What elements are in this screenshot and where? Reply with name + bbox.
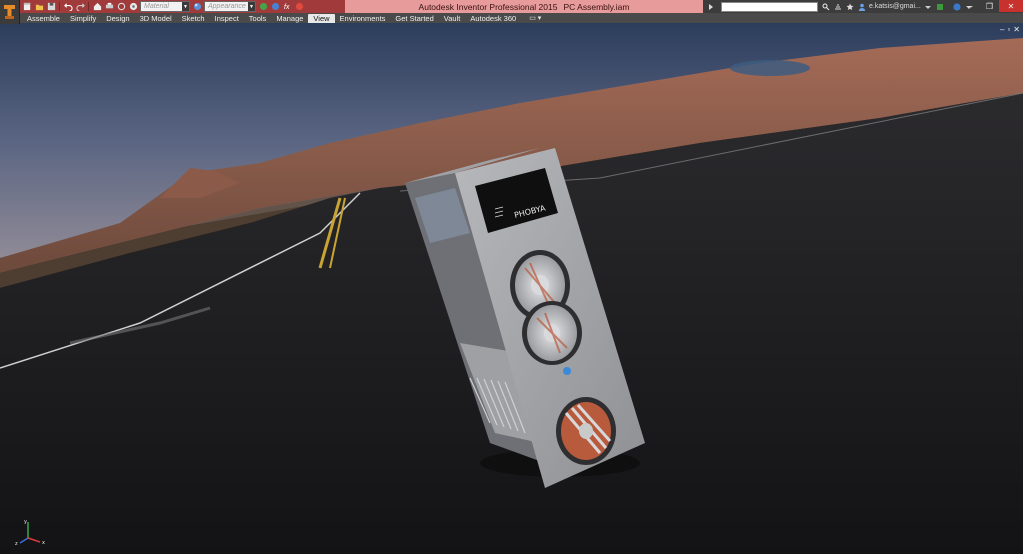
tab-view[interactable]: View — [308, 13, 335, 23]
home-icon[interactable] — [92, 2, 102, 12]
search-icon[interactable] — [821, 2, 830, 11]
appearance-sphere-icon[interactable] — [192, 2, 202, 12]
tab-get-started[interactable]: Get Started — [390, 14, 438, 23]
open-icon[interactable] — [34, 2, 44, 12]
tab-simplify[interactable]: Simplify — [65, 14, 101, 23]
tab-assemble[interactable]: Assemble — [22, 14, 65, 23]
doc-minimize-button[interactable]: – — [1000, 25, 1004, 34]
tab-vault[interactable]: Vault — [439, 14, 466, 23]
tab-3d-model[interactable]: 3D Model — [135, 14, 177, 23]
material-combo[interactable]: Material ▼ — [140, 1, 190, 12]
subscription-icon[interactable] — [833, 2, 842, 11]
formula-icon[interactable]: fx — [282, 2, 292, 12]
separator — [88, 2, 89, 11]
tab-tools[interactable]: Tools — [244, 14, 272, 23]
view-triad-icon[interactable]: y x z — [14, 516, 48, 546]
power-led — [563, 367, 571, 375]
material-placeholder: Material — [144, 3, 169, 10]
close-button[interactable]: ✕ — [999, 0, 1023, 12]
app-title: Autodesk Inventor Professional 2015 — [418, 1, 558, 12]
redo-icon[interactable] — [75, 2, 85, 12]
tab-design[interactable]: Design — [101, 14, 134, 23]
document-window-controls: – ▫ ✕ — [1000, 25, 1020, 34]
update-icon[interactable] — [116, 2, 126, 12]
ribbon-options-button[interactable]: ▭ ▾ — [529, 14, 541, 22]
favorites-star-icon[interactable] — [845, 2, 854, 11]
inventor-window: Material ▼ Appearance ▼ fx Autodesk Inve… — [0, 0, 1023, 554]
quick-access-toolbar: Material ▼ Appearance ▼ fx — [22, 1, 304, 12]
svg-text:z: z — [15, 541, 18, 546]
color-icon[interactable] — [294, 2, 304, 12]
minimize-button[interactable]: – — [961, 0, 980, 12]
chevron-down-icon[interactable] — [924, 2, 933, 11]
exchange-icon[interactable] — [936, 2, 945, 11]
title-bar: Material ▼ Appearance ▼ fx Autodesk Inve… — [0, 0, 1023, 13]
inventor-logo-icon — [4, 5, 15, 19]
tab-sketch[interactable]: Sketch — [177, 14, 210, 23]
adjust-icon[interactable] — [258, 2, 268, 12]
measure-icon[interactable] — [128, 2, 138, 12]
user-name[interactable]: e.katsis@gmai... — [869, 3, 921, 10]
svg-text:fx: fx — [283, 2, 289, 11]
appearance-placeholder: Appearance — [208, 3, 246, 10]
window-title: Autodesk Inventor Professional 2015 PC A… — [345, 0, 703, 13]
graphics-viewport[interactable]: PHOBYA – ▫ ✕ y x z — [0, 23, 1023, 554]
front-fan-2 — [522, 301, 582, 365]
scene-render: PHOBYA — [0, 23, 1023, 554]
tab-autodesk-360[interactable]: Autodesk 360 — [465, 14, 521, 23]
expand-icon[interactable] — [706, 2, 715, 11]
doc-close-button[interactable]: ✕ — [1013, 25, 1020, 34]
application-menu-button[interactable] — [0, 0, 20, 24]
tab-manage[interactable]: Manage — [271, 14, 308, 23]
svg-text:x: x — [42, 540, 45, 546]
appearance-combo[interactable]: Appearance ▼ — [204, 1, 256, 12]
front-fan-3 — [556, 397, 616, 465]
chevron-down-icon: ▼ — [182, 2, 189, 11]
svg-text:y: y — [24, 519, 27, 525]
save-icon[interactable] — [46, 2, 56, 12]
lake — [730, 60, 810, 76]
search-input[interactable] — [721, 1, 818, 12]
separator — [59, 2, 60, 11]
undo-icon[interactable] — [63, 2, 73, 12]
new-icon[interactable] — [22, 2, 32, 12]
tab-environments[interactable]: Environments — [335, 14, 391, 23]
document-title: PC Assembly.iam — [563, 1, 630, 12]
doc-restore-button[interactable]: ▫ — [1007, 25, 1010, 34]
window-controls: – ❐ ✕ — [961, 0, 1023, 13]
print-icon[interactable] — [104, 2, 114, 12]
tab-inspect[interactable]: Inspect — [210, 14, 244, 23]
restore-button[interactable]: ❐ — [980, 0, 999, 12]
user-icon[interactable] — [857, 2, 866, 11]
ribbon-tabs: Assemble Simplify Design 3D Model Sketch… — [22, 13, 541, 23]
ribbon-tab-bar: Assemble Simplify Design 3D Model Sketch… — [0, 13, 1023, 23]
chevron-down-icon: ▼ — [248, 2, 255, 11]
clear-icon[interactable] — [270, 2, 280, 12]
